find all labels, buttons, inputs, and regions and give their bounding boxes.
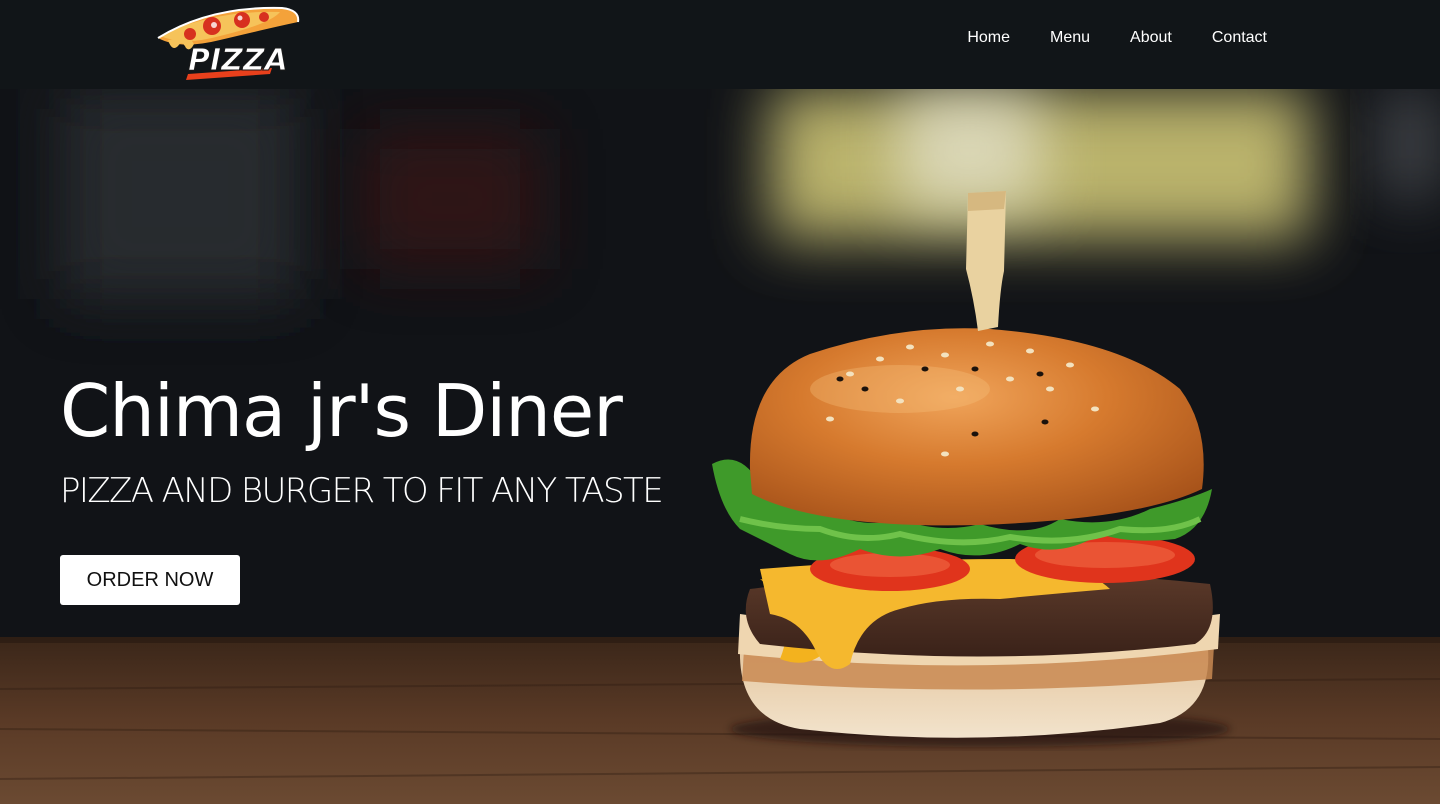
hero-section: Chima jr's Diner PIZZA AND BURGER TO FIT… xyxy=(0,89,1440,804)
nav-contact-link[interactable]: Contact xyxy=(1212,28,1267,48)
hero-title: Chima jr's Diner xyxy=(60,369,623,453)
nav-about-link[interactable]: About xyxy=(1130,28,1172,48)
pizza-slice-icon: PIZZA xyxy=(157,6,300,80)
nav-home-link[interactable]: Home xyxy=(967,28,1010,48)
hero-text: Chima jr's Diner PIZZA AND BURGER TO FIT… xyxy=(60,361,664,605)
pizza-logo[interactable]: PIZZA xyxy=(150,0,302,82)
nav-menu-link[interactable]: Menu xyxy=(1050,28,1090,48)
hero-subtitle: PIZZA AND BURGER TO FIT ANY TASTE xyxy=(60,471,664,511)
main-nav: Home Menu About Contact xyxy=(927,28,1267,48)
order-now-button[interactable]: ORDER NOW xyxy=(60,555,240,605)
navbar: PIZZA Home Menu About Contact xyxy=(0,0,1440,89)
logo-wordmark: PIZZA xyxy=(188,43,288,78)
